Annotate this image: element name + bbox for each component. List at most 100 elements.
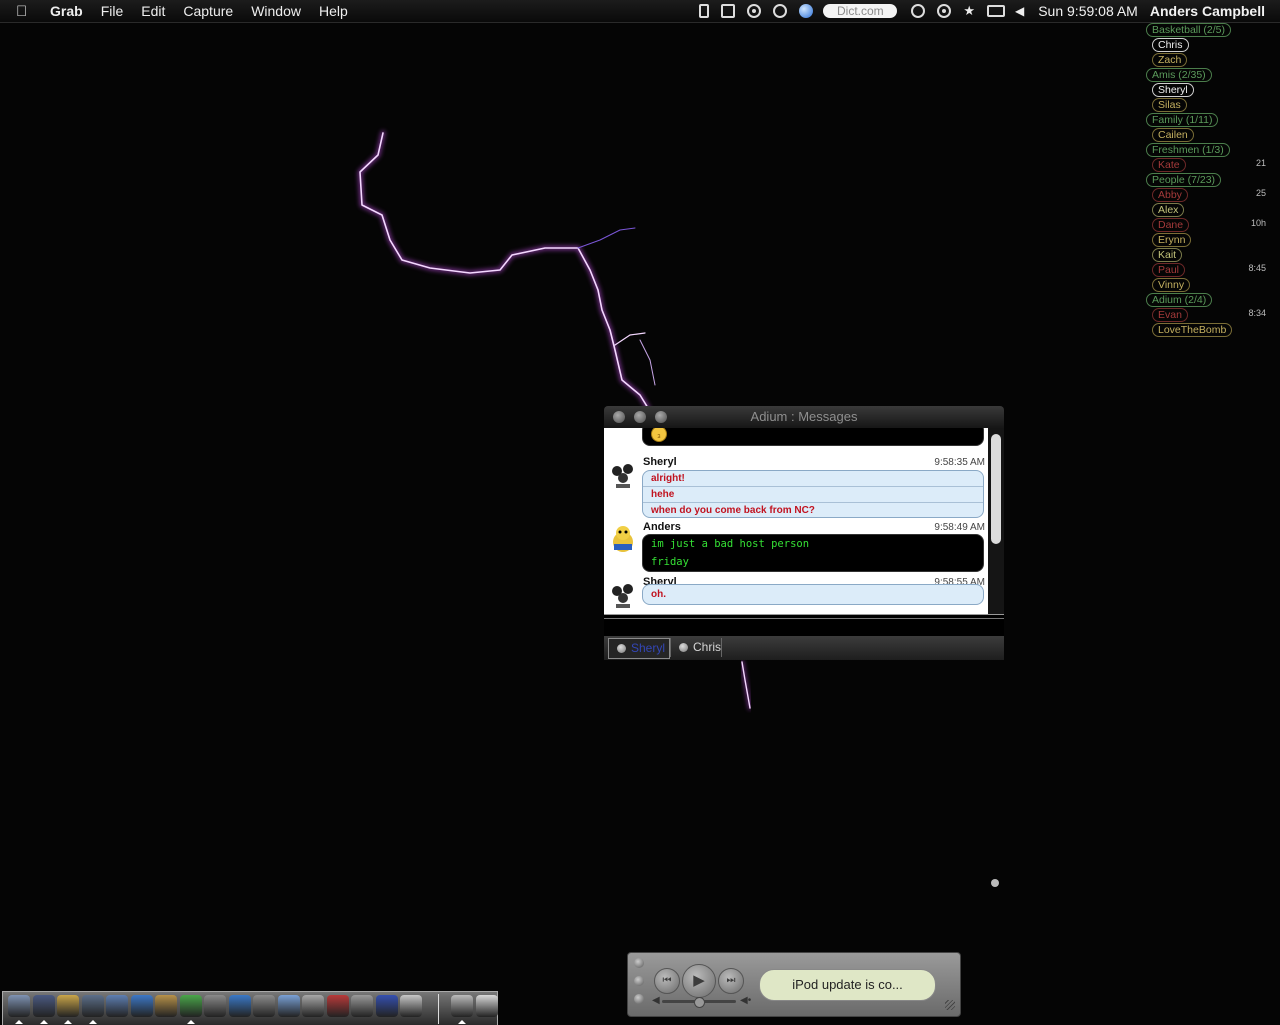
buddy-group-row[interactable]: People (7/23) bbox=[1146, 173, 1276, 188]
contact-name[interactable]: LoveTheBomb bbox=[1152, 323, 1233, 337]
spotlight-icon[interactable] bbox=[747, 4, 762, 18]
contact-name[interactable]: Vinny bbox=[1152, 278, 1191, 292]
buddy-contact-row[interactable]: Zach bbox=[1146, 53, 1276, 68]
utility-icon[interactable] bbox=[204, 995, 226, 1017]
contact-name[interactable]: Zach bbox=[1152, 53, 1188, 67]
minimize-button[interactable] bbox=[634, 976, 644, 986]
resize-handle-icon[interactable] bbox=[991, 879, 999, 887]
cd-icon[interactable] bbox=[773, 4, 788, 18]
buddy-contact-row[interactable]: LoveTheBomb bbox=[1146, 323, 1276, 338]
status-display[interactable]: iPod update is co... bbox=[759, 969, 936, 1001]
dashboard-icon[interactable] bbox=[32, 995, 55, 1017]
group-label[interactable]: Basketball (2/5) bbox=[1146, 23, 1231, 37]
network-icon[interactable] bbox=[253, 995, 275, 1017]
buddy-contact-row[interactable]: Kate 21 bbox=[1146, 158, 1276, 173]
buddy-contact-row[interactable]: Silas bbox=[1146, 98, 1276, 113]
preview-icon[interactable] bbox=[277, 995, 300, 1017]
contact-name[interactable]: Paul bbox=[1152, 263, 1186, 277]
network-icon[interactable] bbox=[937, 4, 952, 18]
safari-icon[interactable] bbox=[106, 995, 128, 1017]
close-button[interactable] bbox=[613, 411, 625, 423]
globe-icon[interactable] bbox=[799, 4, 814, 18]
zoom-button[interactable] bbox=[634, 994, 644, 1004]
contact-name[interactable]: Abby bbox=[1152, 188, 1188, 202]
search-icon[interactable] bbox=[351, 995, 373, 1017]
ipod-icon[interactable] bbox=[699, 4, 710, 18]
airport-icon[interactable] bbox=[986, 5, 1005, 17]
tools-icon[interactable] bbox=[326, 995, 349, 1017]
contact-name[interactable]: Kate bbox=[1152, 158, 1186, 172]
window-title-bar[interactable]: Adium : Messages bbox=[604, 406, 1004, 428]
buddy-contact-row[interactable]: Kait bbox=[1146, 248, 1276, 263]
buddy-contact-row[interactable]: Chris bbox=[1146, 38, 1276, 53]
next-track-button[interactable]: ⏭ bbox=[718, 968, 744, 994]
folder-icon[interactable] bbox=[451, 995, 473, 1017]
menu-help[interactable]: Help bbox=[319, 3, 348, 19]
contact-name[interactable]: Dane bbox=[1152, 218, 1190, 232]
applescript-icon[interactable] bbox=[911, 4, 926, 18]
group-label[interactable]: Amis (2/35) bbox=[1146, 68, 1212, 82]
buddy-group-row[interactable]: Freshmen (1/3) bbox=[1146, 143, 1276, 158]
display-icon[interactable] bbox=[721, 4, 736, 18]
tab-chris[interactable]: Chris bbox=[670, 638, 722, 657]
buddy-contact-row[interactable]: Dane 10h bbox=[1146, 218, 1276, 233]
menu-file[interactable]: File bbox=[101, 3, 124, 19]
app-menu[interactable]: Grab bbox=[50, 3, 83, 19]
itunes-icon[interactable] bbox=[179, 995, 202, 1017]
buddy-contact-row[interactable]: Erynn bbox=[1146, 233, 1276, 248]
buddy-contact-row[interactable]: Vinny bbox=[1146, 278, 1276, 293]
menu-clock[interactable]: Sun 9:59:08 AM bbox=[1038, 3, 1138, 19]
group-label[interactable]: People (7/23) bbox=[1146, 173, 1222, 187]
contact-name[interactable]: Chris bbox=[1152, 38, 1189, 52]
buddy-group-row[interactable]: Adium (2/4) bbox=[1146, 293, 1276, 308]
fast-user-switch-menu[interactable]: Anders Campbell bbox=[1150, 3, 1265, 19]
minimize-button[interactable] bbox=[634, 411, 646, 423]
dict-search-field[interactable]: Dict.com bbox=[823, 4, 898, 18]
buddy-contact-row[interactable]: Alex bbox=[1146, 203, 1276, 218]
tab-sheryl[interactable]: Sheryl bbox=[608, 638, 670, 659]
previous-track-button[interactable]: ⏮ bbox=[654, 968, 680, 994]
contact-name[interactable]: Alex bbox=[1152, 203, 1185, 217]
contact-name[interactable]: Cailen bbox=[1152, 128, 1194, 142]
group-label[interactable]: Freshmen (1/3) bbox=[1146, 143, 1230, 157]
word-icon[interactable] bbox=[130, 995, 153, 1017]
finder-icon[interactable] bbox=[8, 995, 30, 1017]
buddy-contact-row[interactable]: Abby 25 bbox=[1146, 188, 1276, 203]
menu-edit[interactable]: Edit bbox=[141, 3, 165, 19]
zoom-button[interactable] bbox=[655, 411, 667, 423]
scrollbar-thumb[interactable] bbox=[991, 434, 1001, 544]
menu-capture[interactable]: Capture bbox=[183, 3, 233, 19]
contact-name[interactable]: Erynn bbox=[1152, 233, 1192, 247]
volume-icon[interactable]: ◀ bbox=[1015, 4, 1024, 18]
buddy-contact-row[interactable]: Sheryl bbox=[1146, 83, 1276, 98]
bluetooth-icon[interactable]: ★ bbox=[963, 3, 975, 19]
adium-icon[interactable] bbox=[57, 995, 79, 1017]
apple-menu-icon[interactable]:  bbox=[16, 3, 36, 20]
notes-icon[interactable] bbox=[155, 995, 177, 1017]
contact-name[interactable]: Sheryl bbox=[1152, 83, 1194, 97]
contact-name[interactable]: Kait bbox=[1152, 248, 1183, 262]
message-scrollbar[interactable] bbox=[988, 428, 1004, 614]
buddy-group-row[interactable]: Amis (2/35) bbox=[1146, 68, 1276, 83]
system-preferences-icon[interactable] bbox=[302, 995, 324, 1017]
buddy-group-row[interactable]: Family (1/11) bbox=[1146, 113, 1276, 128]
group-label[interactable]: Family (1/11) bbox=[1146, 113, 1219, 127]
buddy-group-row[interactable]: Basketball (2/5) bbox=[1146, 23, 1276, 38]
contact-name[interactable]: Silas bbox=[1152, 98, 1187, 112]
volume-knob[interactable] bbox=[694, 997, 705, 1008]
buddy-contact-row[interactable]: Evan 8:34 bbox=[1146, 308, 1276, 323]
clock-icon[interactable] bbox=[81, 995, 104, 1017]
mail-icon[interactable] bbox=[228, 995, 251, 1017]
menu-window[interactable]: Window bbox=[251, 3, 301, 19]
buddy-contact-row[interactable]: Paul 8:45 bbox=[1146, 263, 1276, 278]
widget-icon[interactable] bbox=[400, 995, 422, 1017]
group-label[interactable]: Adium (2/4) bbox=[1146, 293, 1213, 307]
buddy-contact-row[interactable]: Cailen bbox=[1146, 128, 1276, 143]
play-button[interactable]: ▶ bbox=[682, 964, 716, 998]
globe-icon[interactable] bbox=[375, 995, 398, 1017]
contact-name[interactable]: Evan bbox=[1152, 308, 1188, 322]
trash-icon[interactable] bbox=[476, 995, 498, 1017]
close-button[interactable] bbox=[634, 958, 644, 968]
resize-handle-icon[interactable] bbox=[945, 1000, 955, 1010]
message-view[interactable]: ₃ Sheryl 9:58:35 AM alright! hehe when d… bbox=[604, 428, 988, 614]
